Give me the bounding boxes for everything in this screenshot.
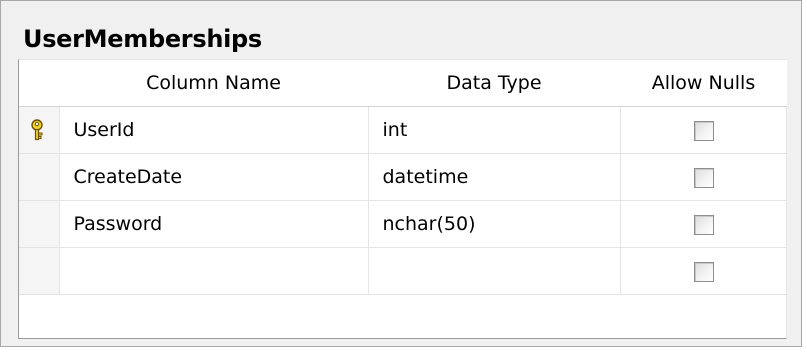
column-name-cell[interactable]: Password — [58, 200, 369, 248]
column-name-cell[interactable]: CreateDate — [58, 153, 369, 201]
allow-nulls-checkbox[interactable] — [693, 167, 714, 188]
row-selector-header — [19, 60, 59, 107]
table-row[interactable]: Password nchar(50) — [19, 200, 787, 248]
data-type-cell[interactable]: nchar(50) — [367, 200, 621, 248]
allow-nulls-cell — [619, 153, 787, 201]
allow-nulls-checkbox[interactable] — [693, 120, 714, 141]
allow-nulls-cell — [619, 247, 787, 295]
data-type-cell[interactable]: int — [367, 106, 621, 154]
column-name-cell[interactable] — [58, 247, 369, 295]
data-type-cell[interactable]: datetime — [367, 153, 621, 201]
allow-nulls-cell — [619, 106, 787, 154]
columns-grid: Column Name Data Type Allow Nulls UserId… — [19, 60, 787, 295]
column-name-cell[interactable]: UserId — [58, 106, 369, 154]
columns-grid-area: Column Name Data Type Allow Nulls UserId… — [18, 59, 787, 339]
allow-nulls-cell — [619, 200, 787, 248]
grid-header-row: Column Name Data Type Allow Nulls — [19, 60, 787, 107]
row-selector[interactable] — [19, 153, 60, 201]
row-selector[interactable] — [19, 106, 60, 154]
primary-key-icon — [31, 119, 43, 141]
table-name-title: UserMemberships — [23, 25, 262, 53]
allow-nulls-header: Allow Nulls — [620, 60, 787, 107]
data-type-header: Data Type — [368, 60, 620, 107]
allow-nulls-checkbox[interactable] — [693, 261, 714, 282]
table-designer-frame: UserMemberships Column Name Data Type Al… — [0, 0, 802, 347]
table-row[interactable]: CreateDate datetime — [19, 153, 787, 201]
data-type-cell[interactable] — [367, 247, 621, 295]
row-selector[interactable] — [19, 247, 60, 295]
table-row-new[interactable] — [19, 247, 787, 295]
allow-nulls-checkbox[interactable] — [693, 214, 714, 235]
row-selector[interactable] — [19, 200, 60, 248]
table-row[interactable]: UserId int — [19, 106, 787, 154]
column-name-header: Column Name — [59, 60, 368, 107]
